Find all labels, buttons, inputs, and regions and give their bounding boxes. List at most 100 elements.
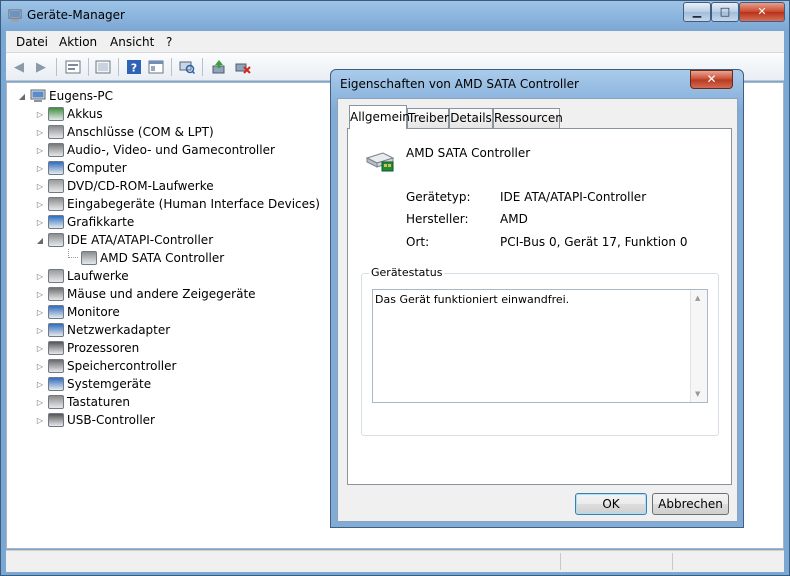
tree-category-item[interactable]: ▷ USB-Controller (35, 411, 155, 429)
display-adapter-icon (48, 215, 64, 229)
scroll-down-arrow-icon[interactable]: ▼ (695, 390, 700, 398)
expand-arrow-icon[interactable]: ▷ (35, 416, 45, 425)
menu-ansicht[interactable]: Ansicht (110, 35, 154, 49)
expand-arrow-icon[interactable]: ▷ (35, 218, 45, 227)
tree-item-label: Speichercontroller (67, 359, 177, 373)
port-icon (48, 125, 64, 139)
tree-category-item[interactable]: ▷ Laufwerke (35, 267, 129, 285)
scan-hardware-icon[interactable] (178, 58, 196, 76)
expand-arrow-icon[interactable]: ▷ (35, 362, 45, 371)
tree-root[interactable]: ◢ Eugens-PC (17, 87, 113, 105)
expand-arrow-icon[interactable]: ▷ (35, 344, 45, 353)
menu-help[interactable]: ? (166, 35, 172, 49)
expand-arrow-icon[interactable]: ▷ (35, 398, 45, 407)
ok-button[interactable]: OK (575, 493, 647, 515)
system-devices-icon (48, 377, 64, 391)
disk-drive-icon (48, 269, 64, 283)
tree-category-item[interactable]: ▷ Speichercontroller (35, 357, 176, 375)
device-status-textbox[interactable]: Das Gerät funktioniert einwandfrei. ▲ ▼ (372, 289, 708, 403)
storage-controller-icon (48, 359, 64, 373)
maximize-button[interactable]: □ (711, 2, 739, 22)
expand-arrow-icon[interactable]: ▷ (35, 164, 45, 173)
tab-allgemein[interactable]: Allgemein (349, 105, 410, 129)
status-bar (6, 550, 784, 572)
tree-category-item[interactable]: ▷ Systemgeräte (35, 375, 151, 393)
tree-category-item[interactable]: ▷ Monitore (35, 303, 120, 321)
device-name: AMD SATA Controller (406, 146, 531, 160)
tree-category-item[interactable]: ▷ Tastaturen (35, 393, 130, 411)
tree-item-label: Monitore (67, 305, 120, 319)
tree-item-label: Anschlüsse (COM & LPT) (67, 125, 214, 139)
hid-icon (48, 197, 64, 211)
expand-arrow-icon[interactable]: ▷ (35, 146, 45, 155)
dialog-body: Allgemein Treiber Details Ressourcen AMD… (337, 98, 738, 522)
tree-child-item[interactable]: AMD SATA Controller (68, 249, 224, 267)
tree-item-label: Systemgeräte (67, 377, 152, 391)
tree-category-item[interactable]: ▷ Computer (35, 159, 127, 177)
view-details-icon[interactable] (147, 58, 165, 76)
tree-category-item[interactable]: ▷ Eingabegeräte (Human Interface Devices) (35, 195, 320, 213)
device-status-title: Gerätestatus (369, 266, 445, 279)
dialog-close-button[interactable]: ✕ (690, 70, 733, 89)
collapse-arrow-icon[interactable]: ◢ (17, 92, 27, 101)
expand-arrow-icon[interactable]: ▷ (35, 326, 45, 335)
menu-bar: Datei Aktion Ansicht ? (6, 31, 784, 53)
prop-value-location: PCI-Bus 0, Gerät 17, Funktion 0 (500, 235, 688, 249)
expand-arrow-icon[interactable]: ▷ (35, 380, 45, 389)
tree-item-label: Mäuse und andere Zeigegeräte (67, 287, 256, 301)
properties-list-icon[interactable] (64, 58, 82, 76)
window-title: Geräte-Manager (27, 8, 125, 22)
expand-arrow-icon[interactable]: ▷ (35, 128, 45, 137)
tree-connector (68, 249, 78, 258)
expand-arrow-icon[interactable]: ▷ (35, 272, 45, 281)
tree-item-label: Audio-, Video- und Gamecontroller (67, 143, 275, 157)
tree-item-label: IDE ATA/ATAPI-Controller (67, 233, 214, 247)
tree-category-item[interactable]: ▷ Netzwerkadapter (35, 321, 170, 339)
tree-category-item[interactable]: ▷ Prozessoren (35, 339, 139, 357)
expand-arrow-icon[interactable]: ▷ (35, 200, 45, 209)
tree-item-label: Computer (67, 161, 127, 175)
forward-arrow-icon[interactable]: ▶ (32, 58, 50, 76)
cancel-button[interactable]: Abbrechen (652, 493, 729, 515)
processor-icon (48, 341, 64, 355)
status-scrollbar[interactable]: ▲ ▼ (690, 290, 707, 402)
tab-details[interactable]: Details (449, 108, 493, 128)
title-bar[interactable]: Geräte-Manager ▁ □ ✕ (1, 1, 789, 31)
close-button[interactable]: ✕ (739, 2, 785, 22)
menu-datei[interactable]: Datei (16, 35, 48, 49)
tree-category-item[interactable]: ▷ Mäuse und andere Zeigegeräte (35, 285, 256, 303)
tree-category-item[interactable]: ▷ Akkus (35, 105, 103, 123)
tree-item-label: Laufwerke (67, 269, 129, 283)
usb-icon (48, 413, 64, 427)
show-hide-console-icon[interactable] (94, 58, 112, 76)
sata-controller-icon (81, 251, 97, 265)
expand-arrow-icon[interactable]: ▷ (35, 290, 45, 299)
tree-category-item[interactable]: ▷ Audio-, Video- und Gamecontroller (35, 141, 275, 159)
menu-aktion[interactable]: Aktion (59, 35, 97, 49)
back-arrow-icon[interactable]: ◀ (10, 58, 28, 76)
ide-controller-icon (48, 233, 64, 247)
expand-arrow-icon[interactable]: ▷ (35, 182, 45, 191)
uninstall-device-icon[interactable] (234, 58, 252, 76)
tab-ressourcen[interactable]: Ressourcen (493, 108, 563, 128)
tree-item-label: Eingabegeräte (Human Interface Devices) (67, 197, 320, 211)
tree-category-item[interactable]: ▷ Grafikkarte (35, 213, 134, 231)
tree-item-label: Tastaturen (67, 395, 130, 409)
tree-category-item[interactable]: ▷ Anschlüsse (COM & LPT) (35, 123, 214, 141)
monitor-icon (48, 305, 64, 319)
dialog-title: Eigenschaften von AMD SATA Controller (340, 77, 579, 91)
help-icon[interactable]: ? (125, 58, 143, 76)
disc-drive-icon (48, 179, 64, 193)
tree-item-label: Prozessoren (67, 341, 140, 355)
update-driver-icon[interactable] (210, 58, 228, 76)
expand-arrow-icon[interactable]: ▷ (35, 308, 45, 317)
scroll-up-arrow-icon[interactable]: ▲ (695, 294, 700, 302)
collapse-arrow-icon[interactable]: ◢ (35, 236, 45, 245)
tree-item-label: Netzwerkadapter (67, 323, 171, 337)
tree-item-label: USB-Controller (67, 413, 155, 427)
tab-treiber[interactable]: Treiber (407, 108, 449, 128)
tree-category-item[interactable]: ▷ DVD/CD-ROM-Laufwerke (35, 177, 214, 195)
expand-arrow-icon[interactable]: ▷ (35, 110, 45, 119)
tree-category-item[interactable]: ◢ IDE ATA/ATAPI-Controller (35, 231, 213, 249)
minimize-button[interactable]: ▁ (683, 2, 711, 22)
